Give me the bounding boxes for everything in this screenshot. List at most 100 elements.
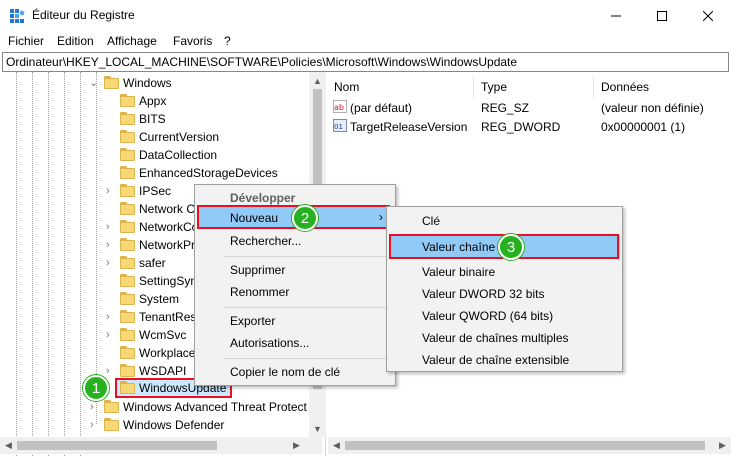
folder-icon [120,328,135,341]
list-horizontal-scrollbar[interactable]: ◀ ▶ [328,437,731,454]
folder-icon [120,256,135,269]
submenu-item-binary-value[interactable]: Valeur binaire [389,261,620,283]
value-type: REG_SZ [481,101,530,115]
scroll-left-icon[interactable]: ◀ [0,437,17,454]
tree-item-label: NetworkPr [139,238,196,252]
menu-separator [224,307,390,308]
tree-item-windows[interactable]: ⌄ Windows [0,74,318,92]
chevron-right-icon[interactable]: › [90,401,100,413]
tree-item-label: Windows Defender [123,418,225,432]
maximize-button[interactable] [639,0,685,31]
tree-horizontal-scrollbar[interactable]: ◀ ▶ [0,437,322,454]
column-header-data[interactable]: Données [601,80,649,94]
submenu-item-dword-value[interactable]: Valeur DWORD 32 bits [389,283,620,305]
step-badge-2: 2 [292,205,318,231]
maximize-icon [657,10,667,21]
step-badge-1: 1 [83,375,109,401]
scroll-thumb[interactable] [345,441,705,450]
tree-item[interactable]: BITS [0,110,318,128]
column-divider[interactable] [473,76,474,98]
tree-item-label: CurrentVersion [139,130,220,144]
folder-icon [120,274,135,287]
value-name: (par défaut) [350,101,413,115]
menu-separator [224,358,390,359]
chevron-right-icon[interactable]: › [106,329,116,341]
folder-icon [104,400,119,413]
folder-icon [120,220,135,233]
chevron-right-icon[interactable]: › [106,239,116,251]
folder-icon [104,418,119,431]
close-button[interactable] [685,0,731,31]
menu-item-rename[interactable]: Renommer [197,281,393,303]
folder-icon [120,310,135,323]
scroll-right-icon[interactable]: ▶ [288,437,305,454]
folder-icon [120,238,135,251]
value-type: REG_DWORD [481,120,561,134]
column-header-type[interactable]: Type [481,80,507,94]
title-bar: Éditeur du Registre [0,0,731,31]
tree-item-label: Appx [139,94,167,108]
tree-item-label: Windows [123,76,172,90]
menu-item-copy-key-name[interactable]: Copier le nom de clé [197,361,393,383]
scroll-left-icon[interactable]: ◀ [328,437,345,454]
submenu-item-expandable-string-value[interactable]: Valeur de chaîne extensible [389,349,620,371]
tree-item-label: System [139,292,180,306]
folder-icon [120,166,135,179]
submenu-item-key[interactable]: Clé [389,210,620,232]
chevron-down-icon[interactable]: ⌄ [89,77,99,89]
registry-editor-icon [10,9,25,23]
window-title: Éditeur du Registre [32,8,135,22]
tree-item-label: Workplace [139,346,196,360]
menu-edit[interactable]: Edition [57,34,94,48]
value-name: TargetReleaseVersion [350,120,468,134]
tree-item-label: NetworkCo [139,220,199,234]
submenu-item-multi-string-value[interactable]: Valeur de chaînes multiples [389,327,620,349]
chevron-right-icon[interactable]: › [106,221,116,233]
submenu-item-qword-value[interactable]: Valeur QWORD (64 bits) [389,305,620,327]
minimize-button[interactable] [593,0,639,31]
tree-item-label: TenantRest [139,310,200,324]
scroll-up-icon[interactable]: ▲ [309,72,326,89]
tree-item[interactable]: EnhancedStorageDevices [0,164,318,182]
close-icon [703,10,713,21]
tree-item[interactable]: › Windows Advanced Threat Protect [0,398,318,416]
minimize-icon [611,15,621,16]
chevron-right-icon[interactable]: › [106,365,116,377]
chevron-right-icon[interactable]: › [106,311,116,323]
scroll-right-icon[interactable]: ▶ [714,437,731,454]
menu-favorites[interactable]: Favoris [173,34,212,48]
menu-item-export[interactable]: Exporter [197,310,393,332]
string-value-icon: ab [333,100,347,113]
folder-icon [120,364,135,377]
menu-item-find[interactable]: Rechercher... [197,230,393,252]
folder-icon [120,346,135,359]
tree-item[interactable]: › Windows Defender [0,416,318,434]
chevron-right-icon[interactable]: › [90,419,100,431]
new-submenu: Clé Valeur chaîne Valeur binaire Valeur … [386,206,623,372]
scroll-down-icon[interactable]: ▼ [309,420,326,437]
menu-item-permissions[interactable]: Autorisations... [197,332,393,354]
menu-bar: Fichier Edition Affichage Favoris ? [0,31,731,52]
column-header-name[interactable]: Nom [334,80,359,94]
folder-icon [104,76,119,89]
tree-item[interactable]: Appx [0,92,318,110]
menu-item-delete[interactable]: Supprimer [197,259,393,281]
tree-item-label: BITS [139,112,166,126]
tree-item[interactable]: DataCollection [0,146,318,164]
value-data: (valeur non définie) [601,101,704,115]
column-divider[interactable] [593,76,594,98]
scroll-thumb[interactable] [17,441,217,450]
address-bar[interactable]: Ordinateur\HKEY_LOCAL_MACHINE\SOFTWARE\P… [2,52,729,72]
tree-item-label: safer [139,256,166,270]
value-data: 0x00000001 (1) [601,120,686,134]
menu-view[interactable]: Affichage [107,34,157,48]
tree-item-label: EnhancedStorageDevices [139,166,278,180]
chevron-right-icon[interactable]: › [106,257,116,269]
menu-separator [224,256,390,257]
tree-item[interactable]: CurrentVersion [0,128,318,146]
folder-icon [120,292,135,305]
chevron-right-icon[interactable]: › [106,185,116,197]
menu-help[interactable]: ? [224,34,231,48]
menu-file[interactable]: Fichier [8,34,44,48]
folder-icon [120,202,135,215]
